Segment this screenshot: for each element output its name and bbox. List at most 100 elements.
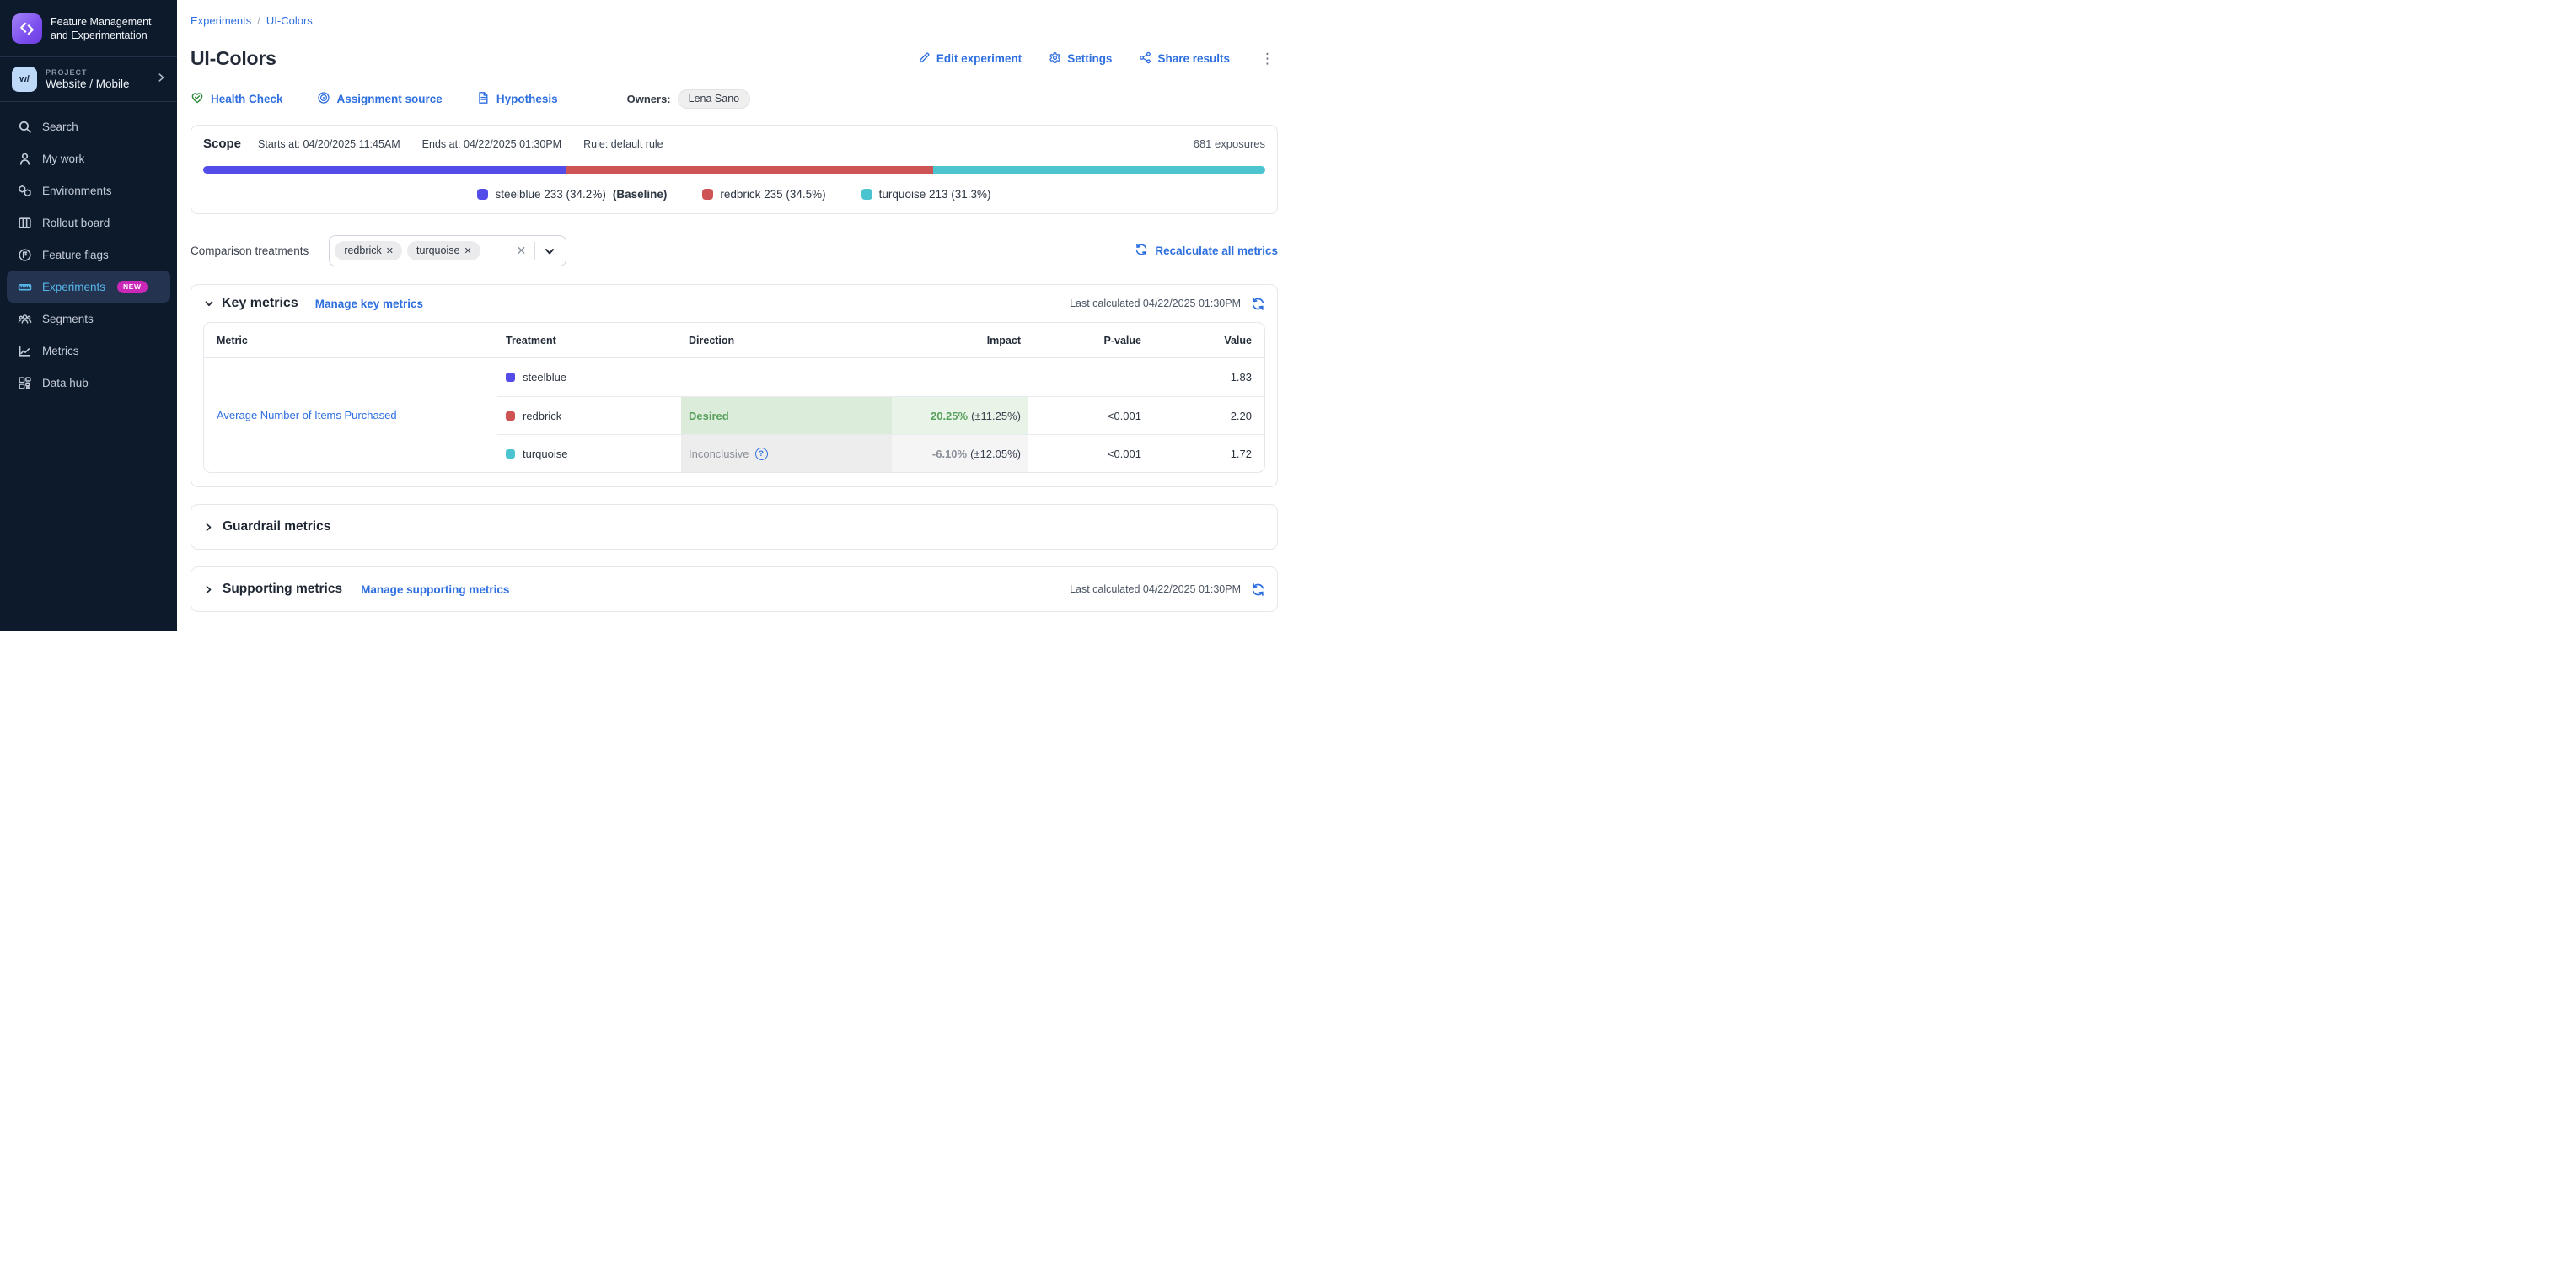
direction-cell: - [681,358,892,396]
refresh-icon[interactable] [1251,297,1265,311]
col-header-metric: Metric [204,323,497,357]
bar-segment-turquoise [933,166,1265,174]
breadcrumb: Experiments / UI-Colors [191,0,1278,27]
gear-icon [1049,51,1061,67]
refresh-icon[interactable] [1251,582,1265,597]
sidebar-item-experiments[interactable]: Experiments NEW [7,271,170,303]
pvalue-cell: - [1028,358,1148,396]
kebab-menu-icon[interactable]: ⋮ [1257,51,1278,66]
breadcrumb-experiments[interactable]: Experiments [191,14,251,27]
assignment-source-link[interactable]: Assignment source [317,91,443,107]
sidebar-item-data-hub[interactable]: Data hub [7,367,170,399]
edit-experiment-button[interactable]: Edit experiment [918,51,1022,67]
col-header-pvalue: P-value [1028,323,1148,357]
pencil-icon [918,51,931,67]
header-actions: Edit experiment Settings Share results ⋮ [918,51,1278,67]
search-icon [17,119,32,134]
impact-cell: 20.25%(±11.25%) [892,396,1028,434]
sidebar-item-feature-flags[interactable]: Feature flags [7,239,170,271]
people-group-icon [17,311,32,326]
exposures-count: 681 exposures [1194,137,1265,150]
direction-cell-inconclusive: Inconclusive? [681,434,892,472]
sidebar-item-my-work[interactable]: My work [7,142,170,174]
value-cell: 1.83 [1148,358,1264,396]
legend-redbrick: redbrick 235 (34.5%) [702,188,825,201]
baseline-label: (Baseline) [613,188,668,201]
new-badge: NEW [117,281,148,293]
expand-chevron-icon[interactable] [203,584,214,595]
person-icon [17,151,32,166]
board-columns-icon [17,215,32,230]
turquoise-swatch [506,449,515,459]
owners-label: Owners: [627,93,671,105]
manage-key-metrics-link[interactable]: Manage key metrics [315,298,423,310]
last-calculated-text: Last calculated 04/22/2025 01:30PM [1070,583,1241,595]
direction-cell-desired: Desired [681,396,892,434]
col-header-value: Value [1148,323,1264,357]
table-header-row: Metric Treatment Direction Impact P-valu… [204,323,1264,358]
split-logo-icon [12,13,42,44]
chip-redbrick[interactable]: redbrick✕ [335,241,402,260]
heart-check-icon [191,91,204,107]
steelblue-swatch [477,189,488,200]
grid-blocks-icon [17,375,32,390]
col-header-treatment: Treatment [497,323,681,357]
key-metrics-section: Key metrics Manage key metrics Last calc… [191,284,1278,487]
help-icon[interactable]: ? [755,448,768,460]
sidebar-menu: Search My work Environments Rollout boar… [0,102,177,407]
collapse-chevron-icon[interactable] [203,298,215,309]
chevron-right-icon [155,72,167,88]
redbrick-swatch [702,189,713,200]
impact-cell: -6.10%(±12.05%) [892,434,1028,472]
project-name: Website / Mobile [46,78,147,90]
last-calculated-text: Last calculated 04/22/2025 01:30PM [1070,298,1241,309]
owner-tag[interactable]: Lena Sano [678,89,750,109]
chip-turquoise[interactable]: turquoise✕ [407,241,480,260]
guardrail-metrics-section: Guardrail metrics [191,504,1278,550]
flag-circle-icon [17,247,32,262]
sidebar-item-metrics[interactable]: Metrics [7,335,170,367]
manage-supporting-metrics-link[interactable]: Manage supporting metrics [361,583,509,596]
guardrail-metrics-title: Guardrail metrics [223,519,330,534]
share-results-button[interactable]: Share results [1139,51,1230,67]
scope-title: Scope [203,137,241,151]
select-divider [534,242,535,260]
app-logo-row[interactable]: Feature Management and Experimentation [0,0,177,56]
health-check-link[interactable]: Health Check [191,91,283,107]
chip-remove-icon[interactable]: ✕ [386,245,394,256]
quick-links-row: Health Check Assignment source Hypothesi… [191,89,1278,109]
document-icon [476,91,490,107]
select-clear-icon[interactable]: ✕ [513,244,530,258]
comparison-treatments-select[interactable]: redbrick✕ turquoise✕ ✕ [329,235,566,266]
metric-link[interactable]: Average Number of Items Purchased [217,409,397,421]
key-metrics-table: Metric Treatment Direction Impact P-valu… [203,322,1265,473]
sidebar-item-environments[interactable]: Environments [7,174,170,207]
table-body: Average Number of Items Purchased steelb… [204,358,1264,472]
hexagons-icon [17,183,32,198]
sidebar-item-segments[interactable]: Segments [7,303,170,335]
settings-button[interactable]: Settings [1049,51,1112,67]
chip-remove-icon[interactable]: ✕ [464,245,471,256]
sidebar-item-search[interactable]: Search [7,110,170,142]
app-root: Feature Management and Experimentation w… [0,0,1288,630]
bullseye-icon [317,91,330,107]
title-row: UI-Colors Edit experiment Settings Share… [191,47,1278,70]
app-title: Feature Management and Experimentation [51,15,165,43]
treatment-cell-steelblue: steelblue [497,358,681,396]
recalculate-all-metrics-button[interactable]: Recalculate all metrics [1135,243,1278,259]
page-title: UI-Colors [191,47,276,70]
main-content: Experiments / UI-Colors UI-Colors Edit e… [177,0,1288,630]
pvalue-cell: <0.001 [1028,396,1148,434]
project-switcher[interactable]: w/ PROJECT Website / Mobile [0,57,177,101]
legend-steelblue: steelblue 233 (34.2%) (Baseline) [477,188,667,201]
bar-segment-steelblue [203,166,566,174]
breadcrumb-separator: / [257,14,260,27]
chevron-down-icon[interactable] [540,244,559,258]
comparison-row: Comparison treatments redbrick✕ turquois… [191,235,1278,266]
comparison-label: Comparison treatments [191,244,309,257]
metric-cell: Average Number of Items Purchased [204,358,497,472]
sidebar-item-rollout-board[interactable]: Rollout board [7,207,170,239]
hypothesis-link[interactable]: Hypothesis [476,91,558,107]
expand-chevron-icon[interactable] [203,522,214,533]
breadcrumb-current[interactable]: UI-Colors [266,14,313,27]
